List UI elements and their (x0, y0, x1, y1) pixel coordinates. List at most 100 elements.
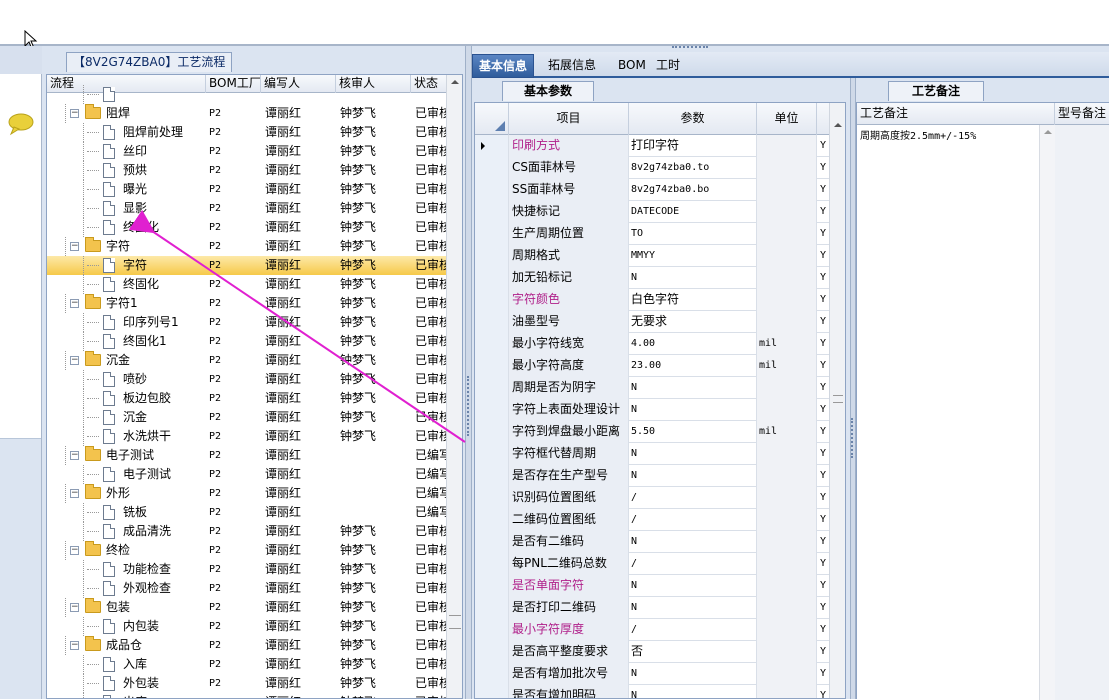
param-value-cell[interactable]: / (629, 553, 757, 575)
param-value-cell[interactable]: 23.00 (629, 355, 757, 377)
tree-leaf-row[interactable]: 出库P2 谭丽红钟梦飞已审核 (47, 693, 447, 698)
tree-leaf-row[interactable]: 沉金 P2 谭丽红 钟梦飞 已审核 (47, 408, 447, 427)
col-header-process-note[interactable]: 工艺备注 (857, 103, 1055, 125)
param-value-cell[interactable]: N (629, 597, 757, 619)
row-indicator[interactable] (475, 201, 509, 223)
tree-leaf-row[interactable]: 曝光 P2 谭丽红 钟梦飞 已审核 (47, 180, 447, 199)
top-splitter-grip[interactable] (672, 46, 708, 50)
tab-extended-info[interactable]: 拓展信息 (542, 54, 602, 78)
param-row[interactable]: 周期是否为阴字 N Y (475, 377, 831, 399)
tree-leaf-row[interactable]: 电子测试 P2 谭丽红 已编写 (47, 465, 447, 484)
param-row[interactable]: 是否有二维码 N Y (475, 531, 831, 553)
row-indicator[interactable] (475, 421, 509, 443)
tree-leaf-row[interactable]: 内包装 P2 谭丽红 钟梦飞 已审核 (47, 617, 447, 636)
param-value-cell[interactable]: / (629, 509, 757, 531)
scroll-up-arrow-icon[interactable] (447, 75, 463, 89)
row-indicator[interactable] (475, 641, 509, 663)
collapse-toggle-icon[interactable]: − (70, 242, 79, 251)
scroll-grip[interactable] (833, 395, 843, 403)
param-row[interactable]: 生产周期位置 TO Y (475, 223, 831, 245)
row-indicator[interactable] (475, 685, 509, 698)
row-indicator[interactable] (475, 157, 509, 179)
param-value-cell[interactable]: N (629, 685, 757, 698)
collapse-toggle-icon[interactable]: − (70, 603, 79, 612)
row-indicator[interactable] (475, 179, 509, 201)
row-indicator[interactable] (475, 487, 509, 509)
tree-leaf-row[interactable]: 入库 P2 谭丽红 钟梦飞 已审核 (47, 655, 447, 674)
row-indicator[interactable] (475, 135, 509, 157)
tree-group-row[interactable]: − 终检 P2 谭丽红 钟梦飞 已审核 (47, 541, 447, 560)
param-value-cell[interactable]: 8v2g74zba0.to (629, 157, 757, 179)
param-row[interactable]: 印刷方式 打印字符 Y (475, 135, 831, 157)
param-value-cell[interactable]: N (629, 663, 757, 685)
tree-leaf-row[interactable]: 显影 P2 谭丽红 钟梦飞 已审核 (47, 199, 447, 218)
tree-leaf-row[interactable]: 终固化1 P2 谭丽红 钟梦飞 已审核 (47, 332, 447, 351)
row-indicator[interactable] (475, 377, 509, 399)
param-value-cell[interactable]: / (629, 487, 757, 509)
row-indicator[interactable] (475, 355, 509, 377)
tree-group-row[interactable]: − 外形 P2 谭丽红 已编写 (47, 484, 447, 503)
param-row[interactable]: 是否存在生产型号 N Y (475, 465, 831, 487)
param-row[interactable]: 是否有增加批次号 N Y (475, 663, 831, 685)
param-value-cell[interactable]: N (629, 267, 757, 289)
param-value-cell[interactable]: N (629, 531, 757, 553)
row-indicator[interactable] (475, 619, 509, 641)
tree-leaf-row[interactable]: 板边包胶 P2 谭丽红 钟梦飞 已审核 (47, 389, 447, 408)
collapse-toggle-icon[interactable]: − (70, 546, 79, 555)
collapse-toggle-icon[interactable]: − (70, 356, 79, 365)
row-indicator[interactable] (475, 575, 509, 597)
row-indicator[interactable] (475, 245, 509, 267)
param-value-cell[interactable]: N (629, 377, 757, 399)
tree-leaf-row[interactable]: 喷砂 P2 谭丽红 钟梦飞 已审核 (47, 370, 447, 389)
param-row[interactable]: 字符颜色 白色字符 Y (475, 289, 831, 311)
scroll-grip[interactable] (449, 615, 461, 629)
tree-leaf-row[interactable]: 终固化 P2 谭丽红 钟梦飞 已审核 (47, 218, 447, 237)
tree-leaf-row[interactable]: 水洗烘干 P2 谭丽红 钟梦飞 已审核 (47, 427, 447, 446)
param-value-cell[interactable]: 打印字符 (629, 135, 757, 157)
middle-splitter[interactable] (465, 46, 472, 699)
param-value-cell[interactable]: / (629, 619, 757, 641)
param-row[interactable]: 识别码位置图纸 / Y (475, 487, 831, 509)
row-indicator[interactable] (475, 223, 509, 245)
row-indicator[interactable] (475, 597, 509, 619)
collapse-toggle-icon[interactable]: − (70, 299, 79, 308)
tree-group-row[interactable]: − 成品仓 P2 谭丽红 钟梦飞 已审核 (47, 636, 447, 655)
flow-vertical-scrollbar[interactable] (446, 75, 463, 698)
param-row[interactable]: 是否打印二维码 N Y (475, 597, 831, 619)
row-indicator[interactable] (475, 333, 509, 355)
tab-bom[interactable]: BOM (612, 54, 652, 78)
param-row[interactable]: 最小字符线宽 4.00 mil Y (475, 333, 831, 355)
param-row[interactable]: 字符到焊盘最小距离 5.50 mil Y (475, 421, 831, 443)
row-indicator[interactable] (475, 399, 509, 421)
chat-bubble-icon[interactable] (6, 112, 36, 136)
tree-leaf-row[interactable]: 成品清洗 P2 谭丽红 钟梦飞 已审核 (47, 522, 447, 541)
param-value-cell[interactable]: DATECODE (629, 201, 757, 223)
row-indicator[interactable] (475, 465, 509, 487)
param-row[interactable]: 是否单面字符 N Y (475, 575, 831, 597)
param-row[interactable]: 加无铅标记 N Y (475, 267, 831, 289)
tree-leaf-row[interactable]: 印序列号1 P2 谭丽红 钟梦飞 已审核 (47, 313, 447, 332)
param-row[interactable]: CS面菲林号 8v2g74zba0.to Y (475, 157, 831, 179)
tree-leaf-row[interactable]: 预烘 P2 谭丽红 钟梦飞 已审核 (47, 161, 447, 180)
param-row[interactable]: 字符框代替周期 N Y (475, 443, 831, 465)
param-value-cell[interactable]: TO (629, 223, 757, 245)
param-row[interactable]: 每PNL二维码总数 / Y (475, 553, 831, 575)
param-value-cell[interactable]: N (629, 443, 757, 465)
tab-basic-info[interactable]: 基本信息 (472, 54, 535, 78)
tree-leaf-row[interactable]: 外包装 P2 谭丽红 钟梦飞 已审核 (47, 674, 447, 693)
col-header-model-note[interactable]: 型号备注 (1055, 103, 1109, 125)
param-value-cell[interactable]: 8v2g74zba0.bo (629, 179, 757, 201)
row-indicator[interactable] (475, 663, 509, 685)
tree-leaf-row[interactable]: 铣板 P2 谭丽红 已编写 (47, 503, 447, 522)
tree-group-row[interactable]: − 包装 P2 谭丽红 钟梦飞 已审核 (47, 598, 447, 617)
tree-group-row[interactable]: − 字符 P2 谭丽红 钟梦飞 已审核 (47, 237, 447, 256)
row-indicator[interactable] (475, 443, 509, 465)
tree-group-row[interactable]: − 字符1 P2 谭丽红 钟梦飞 已审核 (47, 294, 447, 313)
tab-basic-params[interactable]: 基本参数 (502, 81, 594, 101)
row-indicator[interactable] (475, 289, 509, 311)
row-indicator[interactable] (475, 311, 509, 333)
tree-group-row[interactable]: − 沉金 P2 谭丽红 钟梦飞 已审核 (47, 351, 447, 370)
tab-work-hours[interactable]: 工时 (650, 54, 686, 78)
param-row[interactable]: 二维码位置图纸 / Y (475, 509, 831, 531)
collapse-toggle-icon[interactable]: − (70, 451, 79, 460)
